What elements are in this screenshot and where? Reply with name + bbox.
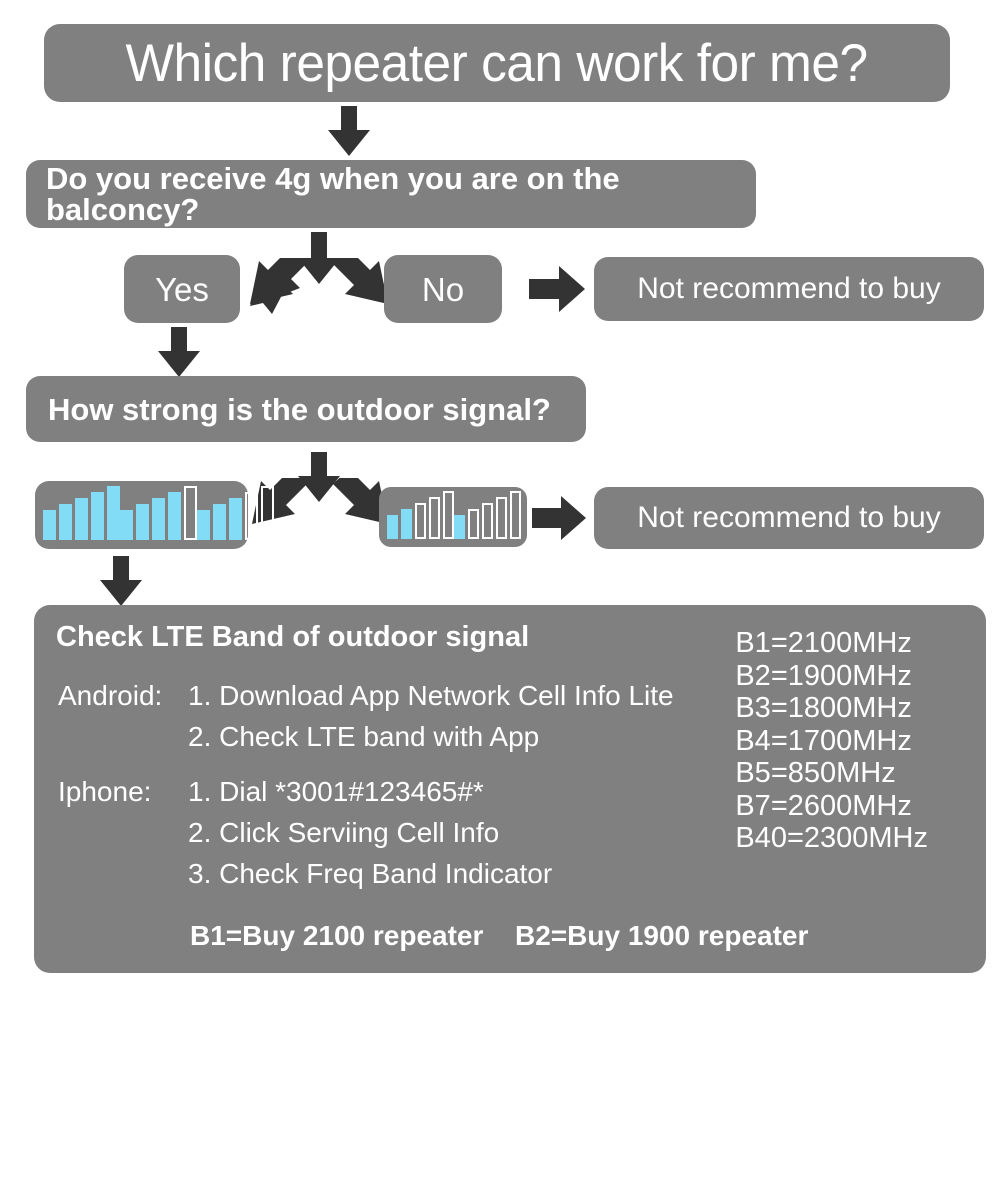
- signal-bar-empty: [443, 491, 454, 539]
- signal-bar-empty: [510, 491, 521, 539]
- signal-bar: [152, 498, 165, 540]
- band-item: B3=1800MHz: [735, 692, 912, 724]
- signal-bar: [75, 498, 88, 540]
- answer-no-box[interactable]: No: [384, 255, 502, 323]
- signal-bar-empty: [429, 497, 440, 539]
- signal-bar: [120, 510, 133, 540]
- title-box: Which repeater can work for me?: [44, 24, 950, 102]
- signal-bar-empty: [184, 486, 197, 540]
- not-recommend-box-2: Not recommend to buy: [594, 487, 984, 549]
- android-steps: 1. Download App Network Cell Info Lite 2…: [188, 675, 674, 757]
- android-step-2: 2. Check LTE band with App: [188, 721, 540, 752]
- band-item: B7=2600MHz: [735, 789, 912, 822]
- question2-text: How strong is the outdoor signal?: [48, 391, 551, 427]
- signal-bar: [197, 510, 210, 540]
- answer-yes-label: Yes: [155, 270, 209, 308]
- signal-bar: [229, 498, 242, 540]
- answer-yes-box[interactable]: Yes: [124, 255, 240, 323]
- signal-group: [120, 481, 197, 549]
- arrow-down-yes-to-question2: [158, 327, 200, 377]
- signal-bar-empty: [261, 486, 274, 540]
- android-row: Android: 1. Download App Network Cell In…: [58, 675, 674, 757]
- signal-bar-empty: [496, 497, 507, 539]
- answer-no-label: No: [421, 270, 465, 308]
- band-item: B4=1700MHz: [735, 724, 912, 757]
- arrow-down-left-to-yes: [250, 258, 308, 314]
- buy-row: B7=Buy 2600 repeater ...: [190, 1106, 808, 1137]
- signal-bar-empty: [482, 503, 493, 539]
- signal-bar-empty: [468, 509, 479, 539]
- signal-group: [454, 487, 521, 547]
- band-frequency-list: B1=2100MHz B2=1900MHz B3=1800MHz B4=1700…: [735, 627, 928, 855]
- info-title: Check LTE Band of outdoor signal: [56, 621, 530, 653]
- signal-bar: [387, 515, 398, 539]
- band-item: B2=1900MHz: [735, 659, 912, 692]
- band-item: B1=2100MHz: [735, 627, 912, 659]
- buy-item: B2=Buy 1900 repeater: [515, 920, 809, 951]
- flowchart-canvas: Which repeater can work for me? Do you r…: [0, 0, 1000, 1137]
- buy-recommendation-list: B1=Buy 2100 repeater B2=Buy 1900 repeate…: [190, 858, 808, 1199]
- band-item: B5=850MHz: [735, 757, 896, 789]
- signal-bar: [59, 504, 72, 540]
- android-label: Android:: [58, 680, 163, 711]
- iphone-label: Iphone:: [58, 776, 152, 807]
- arrow-down-title-to-question1: [328, 106, 370, 156]
- arrow-right-no-to-not-recommend: [529, 266, 585, 312]
- signal-bar: [401, 509, 412, 539]
- signal-bar: [454, 515, 465, 539]
- signal-bar: [213, 504, 226, 540]
- not-recommend-text-1: Not recommend to buy: [637, 272, 941, 305]
- steps-spacer: [58, 757, 674, 771]
- signal-bar-empty: [245, 492, 258, 540]
- arrow-down-strong-to-info: [100, 556, 142, 606]
- question2-box: How strong is the outdoor signal?: [26, 376, 586, 442]
- buy-item: B7=Buy 2600 repeater ...: [190, 1106, 515, 1137]
- signal-bar: [168, 492, 181, 540]
- signal-group: [43, 481, 120, 549]
- signal-group: [387, 487, 454, 547]
- buy-item: B3=Buy 1800 repeater: [190, 1013, 484, 1044]
- signal-bar: [136, 504, 149, 540]
- signal-group: [197, 481, 274, 549]
- android-step-1: 1. Download App Network Cell Info Lite: [188, 680, 674, 711]
- arrow-down-right-to-no: [330, 258, 388, 314]
- buy-item: B4=Buy 1700 repeater: [515, 1013, 809, 1044]
- buy-row: B1=Buy 2100 repeater B2=Buy 1900 repeate…: [190, 920, 808, 951]
- buy-row: B3=Buy 1800 repeater B4=Buy 1700 repeate…: [190, 1013, 808, 1044]
- signal-bar: [43, 510, 56, 540]
- iphone-step-2: 2. Click Serviing Cell Info: [188, 817, 500, 848]
- page-title: Which repeater can work for me?: [125, 33, 869, 93]
- iphone-step-1: 1. Dial *3001#123465#*: [188, 776, 484, 807]
- signal-bar: [107, 486, 120, 540]
- signal-bar: [91, 492, 104, 540]
- weak-signal-box[interactable]: [379, 487, 527, 547]
- strong-signal-box[interactable]: [35, 481, 274, 549]
- buy-item: B1=Buy 2100 repeater: [190, 920, 484, 951]
- arrow-right-weak-to-not-recommend: [532, 496, 586, 540]
- not-recommend-text-2: Not recommend to buy: [637, 501, 941, 534]
- band-item: B40=2300MHz: [735, 822, 928, 854]
- not-recommend-box-1: Not recommend to buy: [594, 257, 984, 321]
- question1-box: Do you receive 4g when you are on the ba…: [26, 160, 756, 228]
- question1-text: Do you receive 4g when you are on the ba…: [46, 161, 620, 227]
- signal-bar-empty: [415, 503, 426, 539]
